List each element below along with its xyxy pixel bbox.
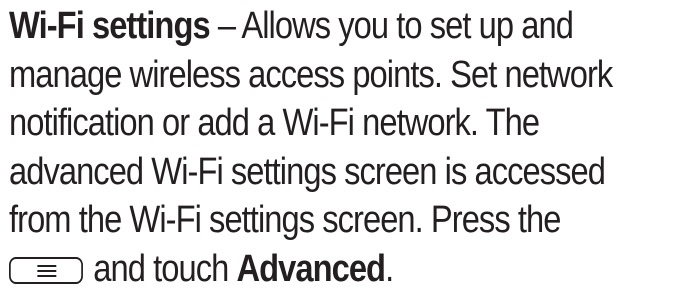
sentence-period: . [385,247,394,290]
paragraph-line-2: manage wireless access points. Set netwo… [9,53,613,96]
paragraph-line-1: Wi-Fi settings – Allows you to set up an… [9,2,676,51]
instruction-text: and touch [93,247,237,290]
paragraph-line-3: notification or add a Wi-Fi network. The [9,102,540,144]
advanced-label: Advanced [236,247,386,290]
paragraph-line-5: from the Wi-Fi settings screen. Press th… [9,199,561,241]
term-description: – Allows you to set up and [209,5,574,47]
paragraph-line-6: and touch Advanced. [9,245,676,294]
menu-key-icon [9,256,83,284]
term-wifi-settings: Wi-Fi settings [9,5,211,47]
paragraph-line-4: advanced Wi-Fi settings screen is access… [9,150,606,193]
wifi-settings-paragraph: Wi-Fi settings – Allows you to set up an… [9,2,676,293]
